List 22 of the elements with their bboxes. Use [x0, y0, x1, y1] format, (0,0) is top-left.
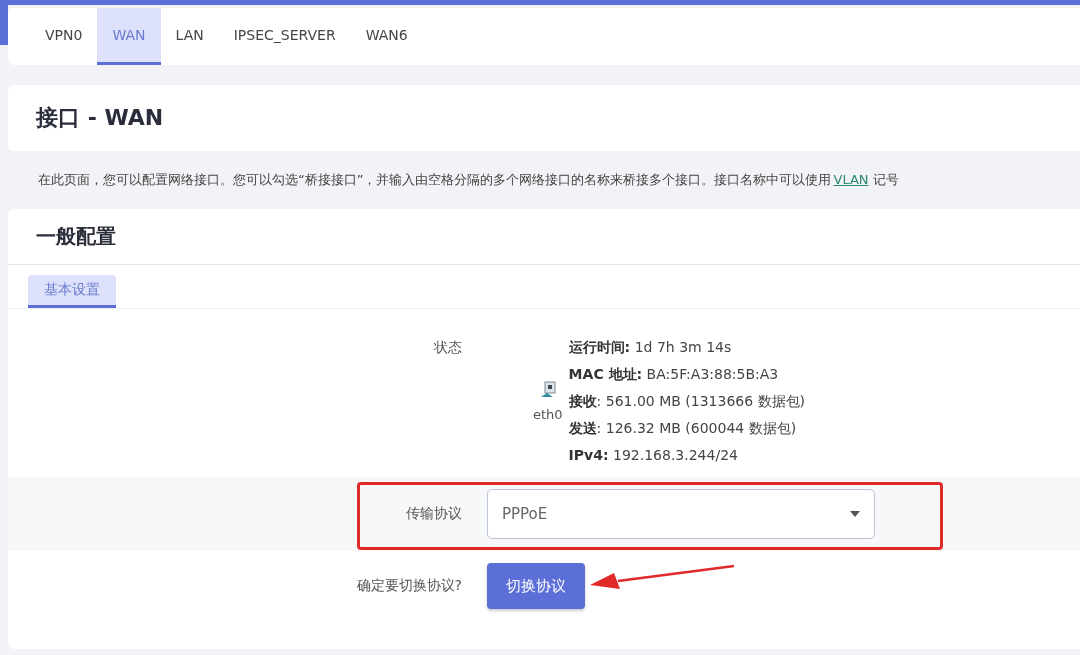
subtab[interactable]: 基本设置	[28, 275, 116, 308]
status-label: 状态	[433, 339, 462, 357]
device-name: eth0	[533, 406, 563, 422]
vlan-link[interactable]: VLAN	[833, 172, 869, 187]
status-line: 运行时间: 1d 7h 3m 14s	[568, 339, 733, 357]
confirm-label: 确定要切换协议?	[355, 576, 462, 595]
switch-protocol-button[interactable]: 切换协议	[487, 563, 585, 609]
protocol-select[interactable]: PPPoE	[487, 489, 875, 539]
status-line: MAC 地址: BA:5F:A3:88:5B:A3	[568, 366, 780, 384]
description-text: 在此页面，您可以配置网络接口。您可以勾选“桥接接口”，并输入由空格分隔的多个网络接口的名称来桥接多个接口。接口名称中可以使用 VLAN 记号	[38, 171, 900, 189]
tab[interactable]: VPN0	[30, 8, 98, 65]
status-line: 接收: 561.00 MB (1313666 数据包)	[568, 393, 806, 411]
section-title: 一般配置	[8, 209, 1080, 265]
tab[interactable]: LAN	[160, 8, 219, 65]
tab[interactable]: IPSEC_SERVER	[218, 8, 351, 65]
status-line: 发送: 126.32 MB (600044 数据包)	[568, 420, 798, 438]
protocol-label: 传输协议	[405, 505, 462, 523]
status-line: IPv4: 192.168.3.244/24	[568, 447, 739, 463]
caret-icon	[850, 511, 860, 517]
page-title: 接口 - WAN	[34, 104, 165, 132]
tab[interactable]: WAN6	[350, 8, 423, 65]
tab[interactable]: WAN	[97, 8, 161, 65]
